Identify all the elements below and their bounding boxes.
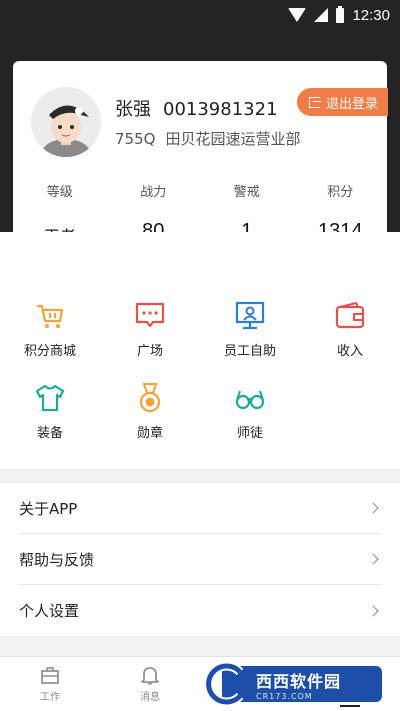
tab-messages[interactable]: 消息 bbox=[100, 657, 200, 711]
grid-item-points-mall[interactable]: 积分商城 bbox=[0, 300, 100, 359]
briefcase-icon bbox=[41, 667, 59, 684]
glasses-icon bbox=[235, 390, 265, 410]
medal-icon bbox=[139, 383, 161, 413]
grid-item-equipment[interactable]: 装备 bbox=[0, 382, 100, 441]
menu-item-help-feedback[interactable]: 帮助与反馈 bbox=[19, 534, 381, 585]
avatar-illustration bbox=[31, 87, 101, 157]
branch-code: 755Q bbox=[115, 130, 156, 148]
status-bar: 12:30 bbox=[0, 0, 400, 30]
chevron-right-icon bbox=[367, 502, 379, 514]
battery-icon bbox=[336, 5, 345, 23]
employee-id: 0013981321 bbox=[163, 99, 278, 120]
grid-item-income[interactable]: 收入 bbox=[300, 300, 400, 359]
grid-item-label: 收入 bbox=[336, 344, 363, 359]
grid-item-employee-self-service[interactable]: 员工自助 bbox=[200, 300, 300, 359]
settings-menu: 关于APP 帮助与反馈 个人设置 bbox=[0, 483, 400, 636]
watermark-c-icon bbox=[204, 662, 244, 706]
user-name: 张强 bbox=[115, 99, 151, 120]
wifi-icon bbox=[288, 8, 307, 22]
stat-label: 战力 bbox=[140, 185, 167, 200]
logout-label: 退出登录 bbox=[325, 96, 378, 112]
grid-item-label: 广场 bbox=[136, 344, 163, 359]
stat-label: 积分 bbox=[327, 185, 354, 200]
grid-item-mentorship[interactable]: 师徒 bbox=[200, 382, 300, 441]
grid-item-square[interactable]: 广场 bbox=[100, 300, 200, 359]
chevron-right-icon bbox=[367, 604, 379, 617]
menu-item-label: 帮助与反馈 bbox=[19, 550, 95, 569]
tab-label: 工作 bbox=[40, 692, 60, 703]
status-time: 12:30 bbox=[352, 6, 390, 24]
monitor-user-icon bbox=[235, 301, 265, 330]
stat-label: 等级 bbox=[46, 185, 73, 200]
avatar[interactable] bbox=[31, 87, 101, 157]
cart-icon bbox=[37, 304, 64, 328]
branch-line: 755Q 田贝花园速运营业部 bbox=[115, 128, 300, 149]
logout-icon bbox=[308, 96, 321, 108]
user-name-line: 张强 0013981321 bbox=[115, 95, 278, 121]
menu-item-about-app[interactable]: 关于APP bbox=[19, 483, 381, 534]
menu-item-personal-settings[interactable]: 个人设置 bbox=[19, 585, 381, 636]
tab-label: 消息 bbox=[140, 692, 160, 703]
grid-item-label: 勋章 bbox=[136, 426, 163, 441]
chevron-right-icon bbox=[367, 553, 379, 565]
watermark-title: 西西软件园 bbox=[256, 671, 342, 691]
grid-item-label: 装备 bbox=[36, 426, 63, 441]
branch-name: 田贝花园速运营业部 bbox=[165, 130, 301, 148]
grid-item-label: 积分商城 bbox=[23, 344, 76, 359]
tab-work[interactable]: 工作 bbox=[0, 657, 100, 711]
stat-label: 警戒 bbox=[233, 185, 260, 200]
grid-item-medal[interactable]: 勋章 bbox=[100, 382, 200, 441]
watermark-subtitle: CR173.COM bbox=[256, 691, 313, 701]
grid-item-label: 师徒 bbox=[236, 426, 263, 441]
chat-bubble-icon bbox=[135, 302, 165, 328]
menu-item-label: 关于APP bbox=[19, 499, 78, 518]
bell-icon bbox=[141, 667, 159, 685]
feature-grid: 积分商城 广场 员工自助 收入 装备 勋章 师徒 bbox=[0, 232, 400, 469]
tshirt-icon bbox=[35, 384, 65, 412]
signal-icon bbox=[314, 8, 329, 22]
logout-button[interactable]: 退出登录 bbox=[296, 88, 388, 116]
wallet-icon bbox=[335, 301, 365, 329]
menu-item-label: 个人设置 bbox=[19, 602, 80, 620]
watermark-logo: 西西软件园 CR173.COM bbox=[200, 662, 384, 706]
grid-item-label: 员工自助 bbox=[223, 344, 276, 359]
